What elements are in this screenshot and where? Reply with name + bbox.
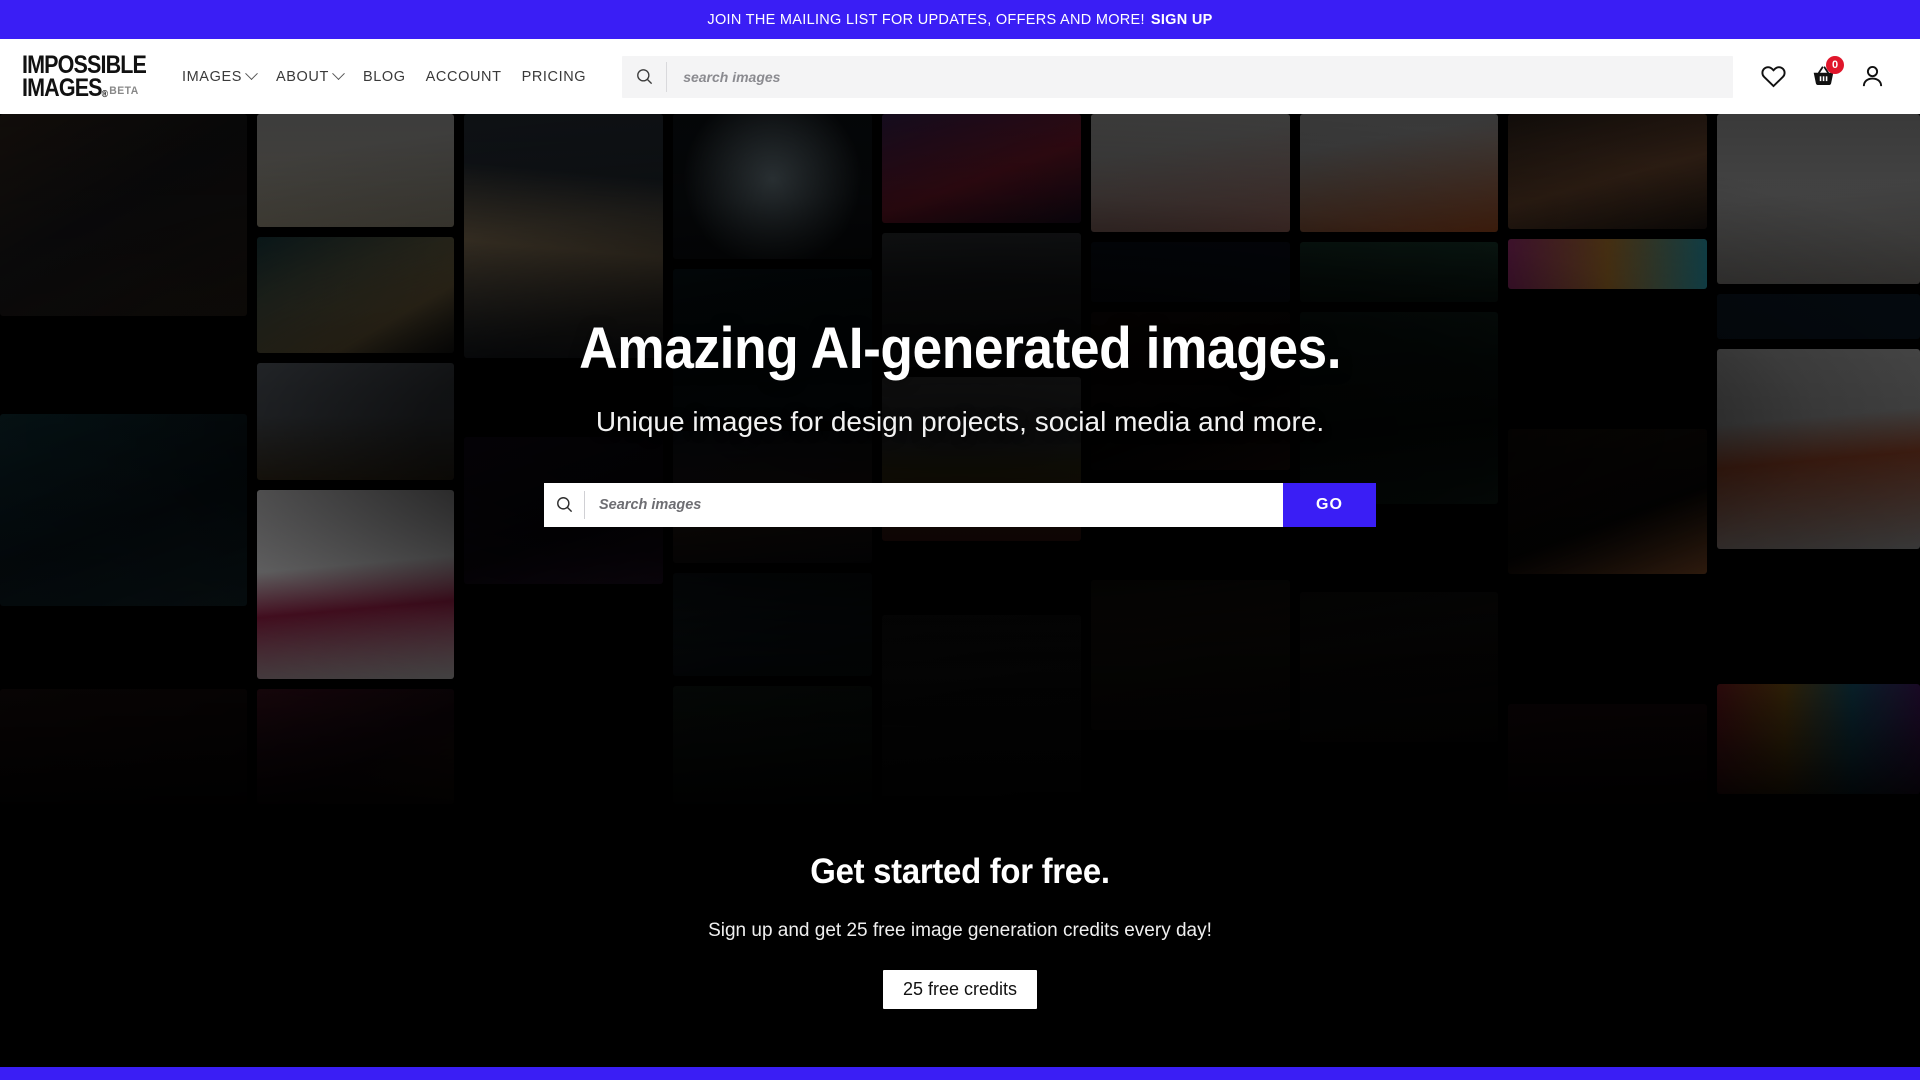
nav-item-pricing-label: PRICING [521, 68, 587, 85]
hero-content: Amazing AI-generated images. Unique imag… [0, 114, 1920, 804]
nav-item-account-label: ACCOUNT [425, 68, 502, 85]
basket-icon[interactable]: 0 [1810, 56, 1844, 89]
logo-line-2: IMAGES ® BETA [22, 73, 138, 102]
promo-banner[interactable]: JOIN THE MAILING LIST FOR UPDATES, OFFER… [0, 0, 1920, 39]
get-started-subtitle: Sign up and get 25 free image generation… [708, 920, 1212, 941]
chevron-down-icon [245, 67, 258, 81]
chevron-down-icon [332, 67, 345, 81]
heart-icon[interactable] [1759, 63, 1788, 90]
get-started-section: Get started for free. Sign up and get 25… [0, 804, 1920, 1080]
logo-line-2-text: IMAGES [22, 73, 103, 102]
free-credits-button[interactable]: 25 free credits [882, 970, 1038, 1009]
basket-count-badge: 0 [1826, 56, 1844, 74]
hero-section: Amazing AI-generated images. Unique imag… [0, 114, 1920, 804]
search-icon[interactable] [544, 495, 584, 514]
hero-search-field[interactable] [544, 482, 1283, 527]
account-icon[interactable] [1859, 63, 1886, 90]
nav-item-about[interactable]: ABOUT [276, 67, 345, 85]
promo-text: JOIN THE MAILING LIST FOR UPDATES, OFFER… [707, 11, 1145, 28]
nav-item-pricing[interactable]: PRICING [522, 69, 587, 85]
promo-signup-link[interactable]: SIGN UP [1151, 12, 1213, 28]
nav-item-blog-label: BLOG [362, 68, 406, 85]
footer-accent-bar [0, 1067, 1920, 1080]
nav-item-about-label: ABOUT [276, 68, 329, 85]
site-logo[interactable]: IMPOSSIBLE IMAGES ® BETA [22, 52, 147, 102]
nav-item-images[interactable]: IMAGES [182, 67, 258, 85]
hero-search-input[interactable] [585, 496, 1283, 513]
get-started-title: Get started for free. [810, 852, 1110, 891]
search-icon[interactable] [622, 67, 666, 86]
nav-item-account[interactable]: ACCOUNT [426, 69, 502, 85]
logo-registered-mark: ® [101, 89, 108, 101]
hero-subtitle: Unique images for design projects, socia… [595, 405, 1325, 437]
main-nav: IMAGES ABOUT BLOG ACCOUNT PRICING [182, 67, 587, 85]
header-search-bar[interactable] [622, 55, 1733, 98]
nav-item-images-label: IMAGES [182, 68, 242, 85]
header-search-input[interactable] [667, 68, 1733, 85]
hero-search-go-button[interactable]: GO [1283, 482, 1376, 527]
hero-search-bar[interactable]: GO [544, 482, 1376, 527]
hero-title: Amazing AI-generated images. [578, 316, 1342, 381]
site-header: IMPOSSIBLE IMAGES ® BETA IMAGES ABOUT BL… [0, 39, 1920, 114]
nav-item-blog[interactable]: BLOG [363, 69, 406, 85]
logo-beta-badge: BETA [109, 85, 139, 98]
header-icon-group: 0 [1759, 56, 1898, 90]
